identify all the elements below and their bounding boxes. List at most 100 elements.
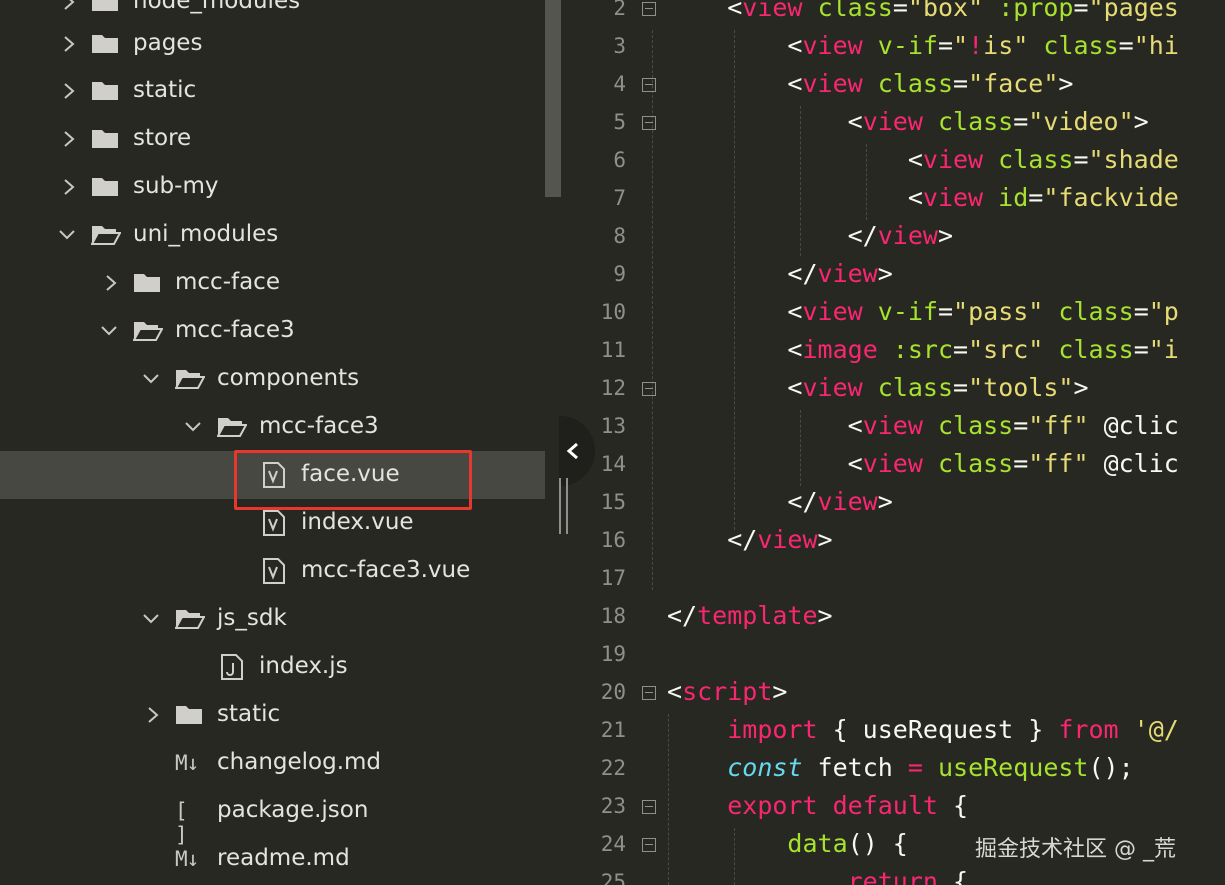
- code-line[interactable]: 6 <view class="shade: [562, 144, 1225, 182]
- code-text: <view id="fackvide: [907, 183, 1179, 212]
- code-text: <view class="box" :prop="pages: [727, 0, 1179, 22]
- line-number: 6: [613, 148, 626, 172]
- tree-item-pages[interactable]: pages: [0, 20, 545, 68]
- tree-item-mcc-face3[interactable]: mcc-face3: [0, 307, 545, 355]
- vue-file-icon: [262, 558, 292, 584]
- chevron-right-icon[interactable]: [62, 129, 80, 149]
- chevron-down-icon[interactable]: [141, 369, 159, 389]
- code-line[interactable]: 11 <image :src="src" class="i: [562, 334, 1225, 372]
- tree-item-index-js[interactable]: index.js: [0, 643, 545, 691]
- tree-item-components[interactable]: components: [0, 355, 545, 403]
- fold-toggle-icon[interactable]: [642, 116, 656, 130]
- js-file-icon: [220, 654, 250, 680]
- tree-item-changelog[interactable]: M↓ changelog.md: [0, 739, 545, 787]
- code-line[interactable]: 5 <view class="video">: [562, 106, 1225, 144]
- chevron-right-icon[interactable]: [146, 705, 164, 725]
- sidebar-scrollbar-thumb[interactable]: [545, 0, 561, 197]
- chevron-right-icon[interactable]: [104, 273, 122, 293]
- fold-toggle-icon[interactable]: [642, 838, 656, 852]
- line-number: 15: [600, 490, 626, 514]
- markdown-file-icon: M↓: [175, 847, 199, 871]
- chevron-right-icon[interactable]: [62, 81, 80, 101]
- tree-item-sub-my[interactable]: sub-my: [0, 163, 545, 211]
- fold-toggle-icon[interactable]: [642, 686, 656, 700]
- code-line[interactable]: 2 <view class="box" :prop="pages: [562, 0, 1225, 30]
- tree-item-mcc-face[interactable]: mcc-face: [0, 259, 545, 307]
- line-number: 22: [600, 756, 626, 780]
- tree-item-js-sdk[interactable]: js_sdk: [0, 595, 545, 643]
- tree-item-readme[interactable]: M↓ readme.md: [0, 835, 545, 883]
- fold-toggle-icon[interactable]: [642, 382, 656, 396]
- line-number: 3: [613, 34, 626, 58]
- code-text: <view class="ff" @clic: [847, 449, 1179, 478]
- code-line[interactable]: 21 import { useRequest } from '@/: [562, 714, 1225, 752]
- code-line[interactable]: 4 <view class="face">: [562, 68, 1225, 106]
- chevron-right-icon[interactable]: [62, 0, 80, 12]
- line-number: 21: [600, 718, 626, 742]
- code-line[interactable]: 16 </view>: [562, 524, 1225, 562]
- code-line[interactable]: 17: [562, 562, 1225, 600]
- code-text: <image :src="src" class="i: [787, 335, 1179, 364]
- code-line[interactable]: 22 const fetch = useRequest();: [562, 752, 1225, 790]
- code-line[interactable]: 19: [562, 638, 1225, 676]
- tree-item-label: changelog.md: [217, 749, 382, 775]
- code-line[interactable]: 12 <view class="tools">: [562, 372, 1225, 410]
- tree-item-label: uni_modules: [133, 221, 279, 247]
- code-line[interactable]: 3 <view v-if="!is" class="hi: [562, 30, 1225, 68]
- line-number: 24: [600, 832, 626, 856]
- code-line[interactable]: 18 </template>: [562, 600, 1225, 638]
- code-line[interactable]: 8 </view>: [562, 220, 1225, 258]
- code-text: export default {: [727, 791, 969, 820]
- tree-item-static-sub[interactable]: static: [0, 691, 545, 739]
- tree-item-package-json[interactable]: [ ] package.json: [0, 787, 545, 847]
- line-number: 12: [600, 376, 626, 400]
- code-line[interactable]: 20 <script>: [562, 676, 1225, 714]
- resize-grip-icon[interactable]: [557, 478, 571, 534]
- tree-item-mcc-face3-sub[interactable]: mcc-face3: [0, 403, 545, 451]
- chevron-right-icon[interactable]: [62, 34, 80, 54]
- code-line[interactable]: 15 </view>: [562, 486, 1225, 524]
- chevron-down-icon[interactable]: [57, 225, 75, 245]
- code-line[interactable]: 25 return {: [562, 866, 1225, 885]
- folder-open-icon: [132, 319, 164, 343]
- code-line[interactable]: 9 </view>: [562, 258, 1225, 296]
- tree-item-label: mcc-face3: [175, 317, 295, 343]
- code-line[interactable]: 14 <view class="ff" @clic: [562, 448, 1225, 486]
- tree-item-mcc-face3-vue[interactable]: mcc-face3.vue: [0, 547, 545, 595]
- tree-item-label: components: [217, 365, 360, 391]
- chevron-down-icon[interactable]: [183, 417, 201, 437]
- line-number: 2: [613, 0, 626, 20]
- code-text: <script>: [667, 677, 788, 706]
- line-number: 25: [600, 870, 626, 885]
- tree-item-static[interactable]: static: [0, 67, 545, 115]
- code-text: <view class="shade: [907, 145, 1179, 174]
- fold-toggle-icon[interactable]: [642, 2, 656, 16]
- line-number: 7: [613, 186, 626, 210]
- chevron-right-icon[interactable]: [62, 177, 80, 197]
- tree-item-label: static: [217, 701, 281, 727]
- code-line[interactable]: 7 <view id="fackvide: [562, 182, 1225, 220]
- tree-item-label: mcc-face: [175, 269, 280, 295]
- code-editor[interactable]: 2 <view class="box" :prop="pages 3 <view …: [562, 0, 1225, 885]
- code-text: <view class="video">: [847, 107, 1149, 136]
- tree-item-uni-modules[interactable]: uni_modules: [0, 211, 545, 259]
- tree-item-label: static: [133, 77, 197, 103]
- code-line[interactable]: 13 <view class="ff" @clic: [562, 410, 1225, 448]
- tree-item-label: js_sdk: [217, 605, 287, 631]
- folder-icon: [133, 271, 163, 295]
- tree-item-label: pages: [133, 30, 203, 56]
- code-text: </view>: [727, 525, 833, 554]
- tree-item-label: mcc-face3.vue: [301, 557, 471, 583]
- folder-open-icon: [90, 223, 122, 247]
- code-text: <view class="face">: [787, 69, 1074, 98]
- tree-item-store[interactable]: store: [0, 115, 545, 163]
- fold-toggle-icon[interactable]: [642, 800, 656, 814]
- code-line[interactable]: 10 <view v-if="pass" class="p: [562, 296, 1225, 334]
- chevron-down-icon[interactable]: [99, 321, 117, 341]
- line-number: 10: [600, 300, 626, 324]
- code-line[interactable]: 23 export default {: [562, 790, 1225, 828]
- folder-open-icon: [174, 367, 206, 391]
- code-text: <view v-if="!is" class="hi: [787, 31, 1179, 60]
- fold-toggle-icon[interactable]: [642, 78, 656, 92]
- chevron-down-icon[interactable]: [141, 609, 159, 629]
